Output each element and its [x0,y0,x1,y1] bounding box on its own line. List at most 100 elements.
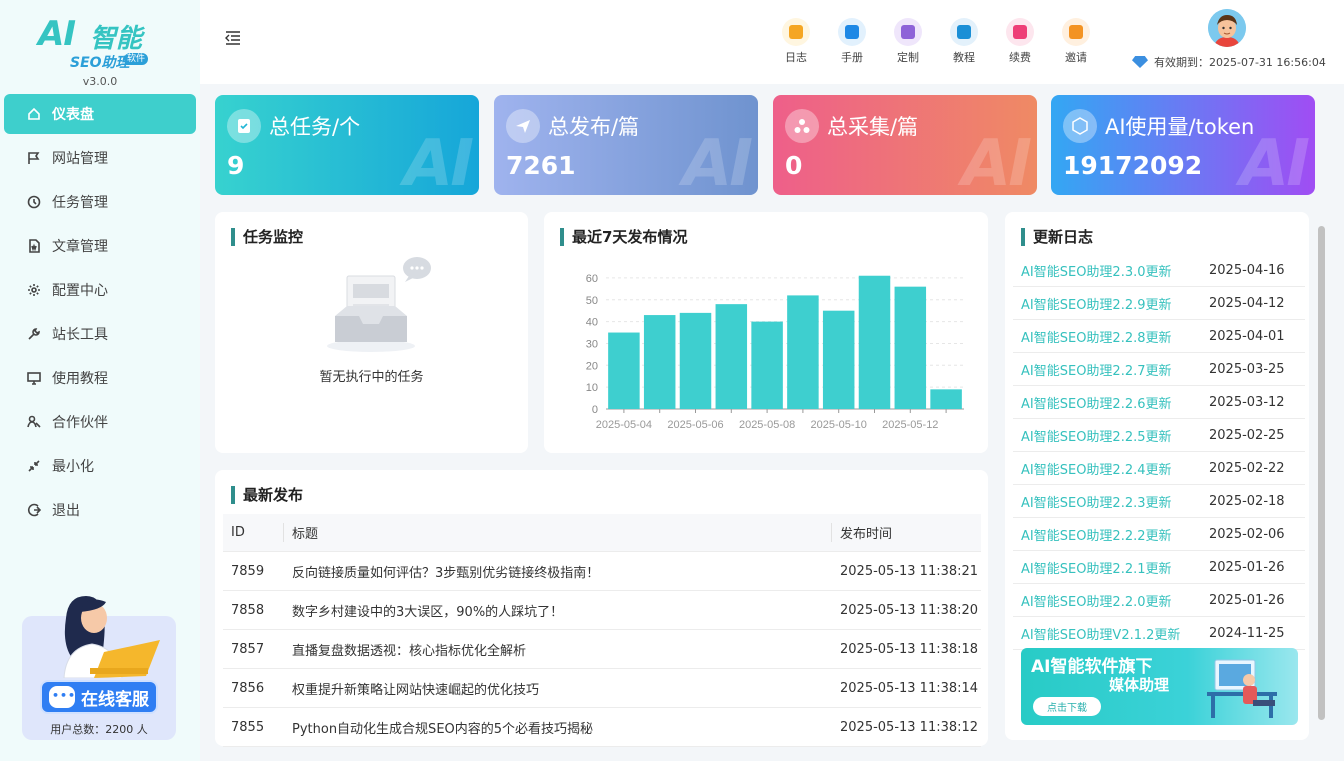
table-row[interactable]: 7857 直播复盘数据透视：核心指标优化全解析 2025-05-13 11:38:1… [223,630,981,669]
clock-icon [26,194,42,210]
changelog-item-title[interactable]: AI智能SEO助理2.3.0更新 [1013,261,1209,280]
support-person-illustration [63,596,160,678]
collapse-menu-icon[interactable] [224,30,242,46]
expiry-text: 有效期到：2025-07-31 16:56:04 [1154,56,1326,69]
sidebar-item-wrench[interactable]: 站长工具 [4,314,196,354]
changelog-scroll-thumb[interactable] [1318,226,1325,720]
quick-link-manual[interactable]: 手册 [834,18,870,65]
table-row[interactable]: 7858 数字乡村建设中的3大误区，90%的人踩坑了！ 2025-05-13 11:… [223,591,981,630]
sidebar-item-gear[interactable]: 配置中心 [4,270,196,310]
partner-icon [26,414,42,430]
changelog-item-title[interactable]: AI智能SEO助理2.2.2更新 [1013,525,1209,544]
changelog-item[interactable]: AI智能SEO助理2.2.9更新 2025-04-12 [1013,287,1305,320]
changelog-item[interactable]: AI智能SEO助理2.2.7更新 2025-03-25 [1013,353,1305,386]
custom-icon [894,18,922,46]
flag-icon [26,150,42,166]
sidebar-item-home[interactable]: 仪表盘 [4,94,196,134]
changelog-item-date: 2025-02-06 [1209,526,1285,542]
quick-link-custom[interactable]: 定制 [890,18,926,65]
changelog-item[interactable]: AI智能SEO助理2.2.1更新 2025-01-26 [1013,551,1305,584]
changelog-item-date: 2025-04-01 [1209,328,1285,344]
y-tick-label: 0 [592,404,598,416]
changelog-item[interactable]: AI智能SEO助理2.2.5更新 2025-02-25 [1013,419,1305,452]
changelog-item-title[interactable]: AI智能SEO助理2.2.4更新 [1013,459,1209,478]
publish-chart-card: 最近7天发布情况 0 10 20 30 40 50 60 2025-05-04 2025-05-… [544,212,988,453]
bar [608,332,640,409]
quick-link-log[interactable]: 日志 [778,18,814,65]
changelog-item[interactable]: AI智能SEO助理2.2.3更新 2025-02-18 [1013,485,1305,518]
sidebar-item-minimize[interactable]: 最小化 [4,446,196,486]
watermark-text: AI [682,127,753,195]
changelog-item-title[interactable]: AI智能SEO助理2.2.7更新 [1013,360,1209,379]
table-row[interactable]: 7856 权重提升新策略让网站快速崛起的优化技巧 2025-05-13 11:38:… [223,669,981,708]
changelog-item-title[interactable]: AI智能SEO助理2.2.3更新 [1013,492,1209,511]
bar [822,310,855,409]
sidebar-item-monitor[interactable]: 使用教程 [4,358,196,398]
sidebar-item-clock[interactable]: 任务管理 [4,182,196,222]
stat-value: 0 [785,151,803,180]
table-row[interactable]: 7855 Python自动化生成合规SEO内容的5个必看技巧揭秘 2025-05-1… [223,708,981,747]
changelog-item-title[interactable]: AI智能SEO助理2.2.0更新 [1013,591,1209,610]
changelog-item[interactable]: AI智能SEO助理2.2.6更新 2025-03-12 [1013,386,1305,419]
bar [787,295,819,409]
changelog-item-title[interactable]: AI智能SEO助理2.2.5更新 [1013,426,1209,445]
table-cell: 反向链接质量如何评估？3步甄别优劣链接终极指南！ [292,565,600,581]
table-row[interactable]: 7859 反向链接质量如何评估？3步甄别优劣链接终极指南！ 2025-05-13 1… [223,552,981,591]
changelog-item-date: 2025-03-12 [1209,394,1285,410]
recent-publish-card: 最新发布 ID 标题 发布时间 7859 反向链接质量如何评估？3步甄别优劣链接终极指南… [215,470,988,747]
sidebar-item-partner[interactable]: 合作伙伴 [4,402,196,442]
quick-link-tutorial[interactable]: 教程 [946,18,982,65]
sidebar-item-logout[interactable]: 退出 [4,490,196,530]
changelog-item-date: 2025-02-22 [1209,460,1285,476]
quick-link-label: 定制 [897,51,919,64]
quick-link-renew[interactable]: 续费 [1002,18,1038,65]
sidebar-item-flag[interactable]: 网站管理 [4,138,196,178]
changelog-item[interactable]: AI智能SEO助理2.3.0更新 2025-04-16 [1013,254,1305,287]
quick-link-label: 日志 [785,51,807,64]
sidebar-menu: 仪表盘网站管理任务管理文章管理 配置中心站长工具使用教程 合作伙伴 最小化 退出 [4,94,196,534]
changelog-title: 更新日志 [1021,228,1093,246]
quick-link-invite[interactable]: 邀请 [1058,18,1094,65]
wrench-icon [26,326,42,342]
user-avatar[interactable] [1208,9,1246,47]
sidebar-item-label: 任务管理 [52,195,108,211]
stat-title: 总任务/个 [269,115,361,139]
online-support-button[interactable]: 在线客服 [40,680,158,714]
empty-task-text: 暂无执行中的任务 [319,370,424,385]
changelog-item[interactable]: AI智能SEO助理2.2.4更新 2025-02-22 [1013,452,1305,485]
changelog-item[interactable]: AI智能SEO助理V2.1.2更新 2024-11-25 [1013,617,1305,650]
changelog-item[interactable]: AI智能SEO助理2.2.0更新 2025-01-26 [1013,584,1305,617]
table-cell: 直播复盘数据透视：核心指标优化全解析 [292,643,527,659]
media-assistant-banner[interactable]: AI智能软件旗下 媒体助理 点击下载 [1021,648,1298,725]
changelog-item-title[interactable]: AI智能SEO助理2.2.1更新 [1013,558,1209,577]
bar [894,286,927,409]
y-tick-label: 30 [586,338,598,350]
changelog-item-date: 2025-04-16 [1209,262,1285,278]
bar [858,275,891,409]
changelog-item-title[interactable]: AI智能SEO助理2.2.6更新 [1013,393,1209,412]
sidebar-item-label: 网站管理 [52,151,108,167]
minimize-icon [26,458,42,474]
table-header-cell: ID [231,525,245,540]
task-monitor-card: 任务监控 暂无执行中的任务 [215,212,528,453]
banner-download-button[interactable]: 点击下载 [1033,697,1101,716]
x-tick-label: 2025-05-12 [882,419,938,431]
changelog-item-title[interactable]: AI智能SEO助理2.2.8更新 [1013,327,1209,346]
sidebar-item-document[interactable]: 文章管理 [4,226,196,266]
changelog-item[interactable]: AI智能SEO助理2.2.2更新 2025-02-06 [1013,518,1305,551]
changelog-item-title[interactable]: AI智能SEO助理2.2.9更新 [1013,294,1209,313]
stat-value: 7261 [506,151,576,180]
changelog-item-date: 2025-02-18 [1209,493,1285,509]
quick-link-label: 邀请 [1065,51,1087,64]
watermark-text: AI [403,127,474,195]
changelog-item-title[interactable]: AI智能SEO助理V2.1.2更新 [1013,624,1209,643]
sidebar-item-label: 站长工具 [52,327,108,343]
logo-seo-text: SEO助理 [70,55,130,71]
changelog-item-date: 2024-11-25 [1209,625,1285,641]
changelog-item[interactable]: AI智能SEO助理2.2.8更新 2025-04-01 [1013,320,1305,353]
bar [930,389,962,409]
logout-icon [26,502,42,518]
topbar: 日志 手册 定制 教程 续费 邀请 有效期到：2025-07-31 16:56:04 [200,0,1344,84]
y-tick-label: 60 [586,273,598,285]
bar [679,312,712,409]
